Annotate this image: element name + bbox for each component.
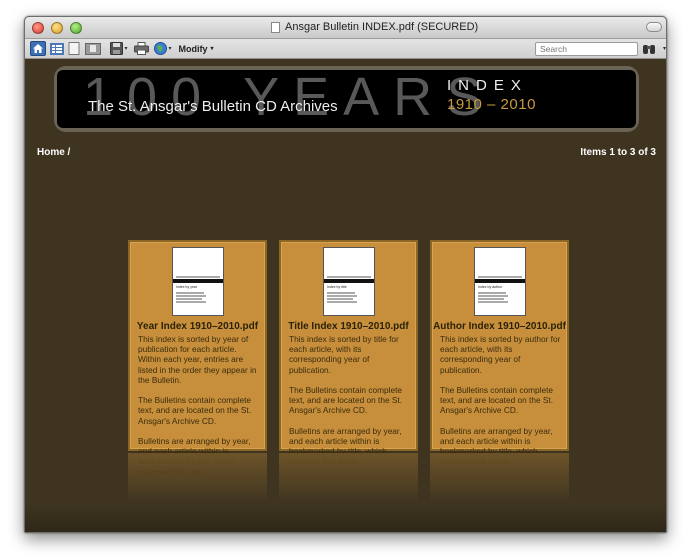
file-thumbnail[interactable]: Index by title [323, 247, 375, 316]
thumbnail-line [176, 276, 220, 278]
file-card-author-index[interactable]: Index by author Author Index 1910–2010.p… [430, 240, 569, 466]
breadcrumb-home[interactable]: Home / [37, 147, 70, 158]
home-icon [33, 44, 43, 53]
home-view-button[interactable] [30, 41, 46, 56]
chevron-down-icon: ▾ [168, 46, 172, 52]
file-title[interactable]: Year Index 1910–2010.pdf [130, 321, 265, 332]
thumbnail-line [478, 276, 522, 278]
globe-icon [154, 42, 168, 55]
card-reflection [279, 453, 418, 503]
file-card-title-index[interactable]: Index by title Title Index 1910–2010.pdf… [279, 240, 418, 466]
save-button[interactable]: ▾ [109, 41, 129, 56]
thumbnail-line [176, 292, 204, 294]
thumbnail-line [478, 292, 506, 294]
thumbnail-label: Index by title [327, 285, 347, 289]
thumbnail-label: Index by author [478, 285, 503, 289]
print-button[interactable] [133, 41, 150, 56]
banner-years: 1910 – 2010 [447, 96, 536, 113]
minimize-window-button[interactable] [51, 22, 63, 34]
binoculars-icon [643, 45, 655, 54]
toolbar: ▾ ▾ Modify ▾ ▾ [25, 39, 666, 59]
file-card-year-index[interactable]: Index by year Year Index 1910–2010.pdf T… [128, 240, 267, 477]
bottom-shade [25, 504, 666, 532]
thumbnail-line [327, 295, 357, 297]
page-view-button[interactable] [67, 41, 81, 56]
thumbnail-line [176, 295, 206, 297]
find-button[interactable] [642, 42, 656, 55]
thumbnail-bar [324, 279, 374, 283]
modify-label: Modify [178, 43, 208, 54]
thumbnail-bar [173, 279, 223, 283]
thumbnail-line [478, 301, 508, 303]
portfolio-content: 100 YEARS The St. Ansgar's Bulletin CD A… [25, 59, 666, 532]
thumbnail-line [327, 292, 355, 294]
app-window: Ansgar Bulletin INDEX.pdf (SECURED) ▾ ▾ … [24, 16, 667, 533]
thumbnail-line [478, 295, 508, 297]
share-button[interactable]: ▾ [153, 41, 173, 56]
file-thumbnail[interactable]: Index by author [474, 247, 526, 316]
toolbar-toggle-button[interactable] [646, 22, 662, 32]
cover-view-button[interactable] [84, 41, 101, 56]
thumbnail-line [327, 301, 357, 303]
chevron-down-icon: ▾ [210, 46, 214, 52]
card-reflection [430, 453, 569, 503]
card-reflection [128, 453, 267, 503]
printer-icon [134, 42, 149, 55]
list-icon [49, 42, 64, 55]
thumbnail-line [176, 301, 206, 303]
pdf-document-icon [271, 22, 280, 33]
chevron-down-icon[interactable]: ▾ [663, 45, 666, 52]
items-count: Items 1 to 3 of 3 [580, 147, 656, 158]
zoom-window-button[interactable] [70, 22, 82, 34]
page-icon [68, 42, 80, 55]
file-title[interactable]: Title Index 1910–2010.pdf [281, 321, 416, 332]
title-bar: Ansgar Bulletin INDEX.pdf (SECURED) [25, 17, 666, 39]
cover-flow-icon [84, 42, 101, 55]
banner-subtitle: The St. Ansgar's Bulletin CD Archives [88, 98, 338, 115]
thumbnail-line [176, 298, 202, 300]
thumbnail-line [327, 276, 371, 278]
file-title[interactable]: Author Index 1910–2010.pdf [432, 321, 567, 332]
thumbnail-label: Index by year [176, 285, 198, 289]
floppy-disk-icon [110, 42, 124, 55]
file-description: This index is sorted by author for each … [440, 334, 561, 466]
chevron-down-icon: ▾ [124, 46, 128, 52]
file-description: This index is sorted by title for each a… [289, 334, 403, 466]
thumbnail-line [327, 298, 353, 300]
close-window-button[interactable] [32, 22, 44, 34]
window-title: Ansgar Bulletin INDEX.pdf (SECURED) [285, 21, 479, 33]
thumbnail-bar [475, 279, 525, 283]
file-thumbnail[interactable]: Index by year [172, 247, 224, 316]
modify-menu-button[interactable]: Modify ▾ [177, 41, 215, 56]
list-view-button[interactable] [49, 41, 64, 56]
banner-index-word: INDEX [447, 77, 528, 94]
search-input[interactable] [535, 42, 638, 56]
banner: 100 YEARS The St. Ansgar's Bulletin CD A… [57, 70, 636, 128]
thumbnail-line [478, 298, 504, 300]
